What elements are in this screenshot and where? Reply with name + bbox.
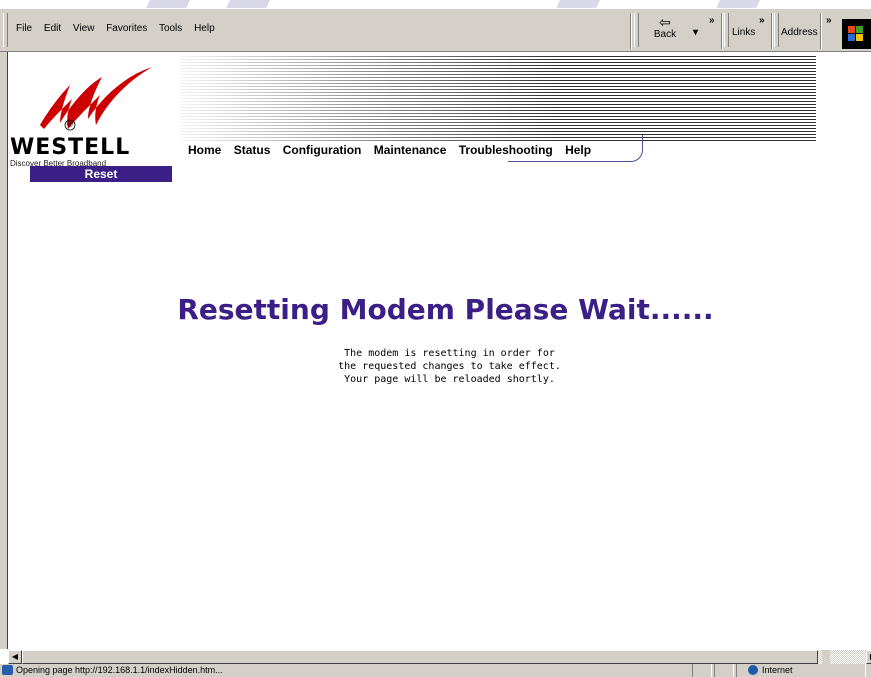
sidebar-active-page: Reset [30, 166, 172, 182]
toolbar-grip[interactable] [724, 13, 729, 47]
back-arrow-icon: ⇦ [659, 14, 671, 30]
horizontal-scrollbar[interactable]: ◀ ▶ [8, 649, 871, 664]
toolbar-separator [820, 13, 822, 49]
window-left-edge [0, 52, 8, 649]
westell-w-logo-icon [40, 67, 152, 131]
menu-edit[interactable]: Edit [44, 23, 61, 34]
toolbar-grip[interactable] [774, 13, 779, 47]
status-panel [692, 664, 712, 677]
status-text: Opening page http://192.168.1.1/indexHid… [16, 665, 223, 675]
address-chevron-icon[interactable]: » [826, 15, 832, 26]
nav-troubleshooting[interactable]: Troubleshooting [459, 143, 553, 157]
top-watermark [0, 0, 871, 8]
page-loading-icon [2, 665, 13, 675]
nav-maintenance[interactable]: Maintenance [374, 143, 447, 157]
scroll-right-button[interactable]: ▶ [866, 650, 871, 664]
header-stripe-banner [180, 56, 816, 142]
menu-favorites[interactable]: Favorites [106, 23, 147, 34]
page-title: Resetting Modem Please Wait...... [177, 293, 714, 326]
menu-file[interactable]: File [16, 23, 32, 34]
main-nav: Home Status Configuration Maintenance Tr… [188, 143, 600, 157]
message-line: the requested changes to take effect. [338, 361, 561, 372]
watermark-shape [706, 0, 774, 8]
toolbar-chevron-icon[interactable]: » [709, 15, 715, 26]
toolbar-separator [721, 13, 723, 49]
scroll-thumb[interactable] [22, 650, 818, 664]
back-label: Back [653, 29, 677, 40]
windows-logo-icon [842, 19, 871, 49]
reset-message: The modem is resetting in order for the … [8, 347, 871, 386]
menu-help[interactable]: Help [194, 23, 215, 34]
nav-configuration[interactable]: Configuration [283, 143, 362, 157]
links-label[interactable]: Links [732, 27, 755, 38]
page-content: ® WESTELL Discover Better Broadband Rese… [8, 53, 871, 649]
back-button[interactable]: ⇦ Back [645, 15, 685, 49]
watermark-shape [546, 0, 614, 8]
scroll-left-button[interactable]: ◀ [8, 650, 22, 664]
registered-mark: ® [67, 120, 73, 129]
nav-status[interactable]: Status [234, 143, 271, 157]
menu-tools[interactable]: Tools [159, 23, 182, 34]
message-line: Your page will be reloaded shortly. [344, 374, 555, 385]
internet-globe-icon [748, 665, 758, 675]
status-bar: Opening page http://192.168.1.1/indexHid… [0, 664, 871, 677]
status-panel [714, 664, 734, 677]
address-label[interactable]: Address [781, 27, 818, 38]
nav-home[interactable]: Home [188, 143, 221, 157]
watermark-shape [136, 0, 204, 8]
menu-bar: File Edit View Favorites Tools Help [16, 23, 224, 34]
menu-view[interactable]: View [73, 23, 95, 34]
security-zone: Internet [748, 664, 793, 677]
toolbar-grip[interactable] [3, 13, 8, 47]
zone-label: Internet [762, 665, 793, 675]
nav-help[interactable]: Help [565, 143, 591, 157]
toolbar-grip[interactable] [634, 13, 639, 47]
message-line: The modem is resetting in order for [344, 348, 555, 359]
links-chevron-icon[interactable]: » [759, 15, 765, 26]
watermark-shape [216, 0, 284, 8]
brand-name: WESTELL [10, 135, 131, 160]
back-dropdown-icon[interactable]: ▾ [693, 27, 698, 38]
scroll-track-end [830, 650, 870, 664]
westell-logo: ® WESTELL Discover Better Broadband [10, 63, 172, 173]
browser-toolbar: File Edit View Favorites Tools Help ⇦ Ba… [0, 8, 871, 52]
toolbar-separator [630, 13, 632, 49]
toolbar-separator [771, 13, 773, 49]
